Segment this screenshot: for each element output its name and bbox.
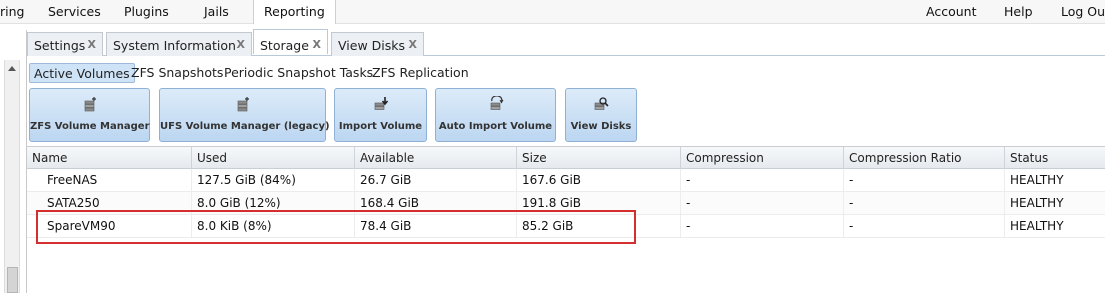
- column-header-available[interactable]: Available: [355, 147, 517, 169]
- button-label: Import Volume: [338, 121, 423, 132]
- ufs-volume-manager-button[interactable]: UFS Volume Manager (legacy): [159, 88, 330, 142]
- cell-available: 168.4 GiB: [355, 192, 517, 214]
- cell-size: 85.2 GiB: [517, 215, 681, 237]
- button-label: Auto Import Volume: [438, 121, 553, 132]
- nav-item-monitoring[interactable]: ring: [0, 4, 24, 19]
- cell-name: FreeNAS: [27, 169, 192, 191]
- tab-system-information[interactable]: System Information X: [106, 32, 252, 56]
- tab-label: System Information: [113, 38, 236, 53]
- volume-import-icon: [374, 97, 388, 110]
- tab-view-disks[interactable]: View Disks X: [331, 32, 424, 56]
- cell-available: 26.7 GiB: [355, 169, 517, 191]
- scroll-up-arrow-icon[interactable]: [8, 66, 16, 71]
- column-header-used[interactable]: Used: [192, 147, 355, 169]
- nav-item-account[interactable]: Account: [926, 4, 976, 19]
- subtab-zfs-snapshots[interactable]: ZFS Snapshots: [127, 63, 227, 83]
- zfs-volume-manager-button[interactable]: ZFS Volume Manager: [29, 88, 150, 142]
- nav-item-logout[interactable]: Log Out: [1061, 4, 1105, 19]
- button-label: UFS Volume Manager (legacy): [160, 121, 330, 132]
- volumes-table: Name Used Available Size Compression Com…: [27, 146, 1105, 293]
- table-row[interactable]: FreeNAS 127.5 GiB (84%) 26.7 GiB 167.6 G…: [27, 169, 1105, 192]
- scrollbar-thumb[interactable]: [7, 267, 18, 293]
- button-label: ZFS Volume Manager: [30, 121, 150, 132]
- subtab-active-volumes[interactable]: Active Volumes: [29, 63, 135, 83]
- close-icon[interactable]: X: [409, 38, 417, 51]
- cell-used: 8.0 KiB (8%): [192, 215, 355, 237]
- cell-compression-ratio: -: [844, 192, 1005, 214]
- cell-compression: -: [681, 169, 844, 191]
- column-header-status[interactable]: Status: [1005, 147, 1105, 169]
- cell-compression: -: [681, 192, 844, 214]
- column-header-compression-ratio[interactable]: Compression Ratio: [844, 147, 1005, 169]
- volume-add-icon: [237, 97, 249, 112]
- nav-item-help[interactable]: Help: [1004, 4, 1033, 19]
- nav-item-plugins[interactable]: Plugins: [124, 4, 169, 19]
- cell-used: 127.5 GiB (84%): [192, 169, 355, 191]
- import-volume-button[interactable]: Import Volume: [334, 88, 427, 142]
- cell-status: HEALTHY: [1010, 196, 1064, 210]
- close-icon[interactable]: X: [237, 38, 245, 51]
- table-header: Name Used Available Size Compression Com…: [27, 146, 1105, 169]
- cell-used: 8.0 GiB (12%): [192, 192, 355, 214]
- table-row[interactable]: SATA250 8.0 GiB (12%) 168.4 GiB 191.8 Gi…: [27, 192, 1105, 215]
- subtab-zfs-replication[interactable]: ZFS Replication: [368, 63, 473, 83]
- cell-name: SATA250: [27, 192, 192, 214]
- cell-status: HEALTHY: [1010, 173, 1064, 187]
- table-row[interactable]: SpareVM90 8.0 KiB (8%) 78.4 GiB 85.2 GiB…: [27, 215, 1105, 238]
- nav-item-jails[interactable]: Jails: [204, 4, 229, 19]
- nav-item-services[interactable]: Services: [48, 4, 101, 19]
- tab-settings[interactable]: Settings X: [27, 32, 103, 56]
- cell-compression-ratio: -: [844, 169, 1005, 191]
- volume-search-icon: [594, 97, 609, 110]
- tab-storage[interactable]: Storage X: [253, 29, 328, 54]
- top-navigation-bar: ring Services Plugins Jails Reporting Ac…: [0, 0, 1105, 24]
- volume-add-icon: [84, 97, 96, 112]
- subtab-periodic-snapshot-tasks[interactable]: Periodic Snapshot Tasks: [220, 63, 377, 83]
- column-header-size[interactable]: Size: [517, 147, 681, 169]
- cell-compression: -: [681, 215, 844, 237]
- left-panel-scrollbar[interactable]: [4, 60, 20, 293]
- tab-label: View Disks: [338, 38, 405, 53]
- cell-name: SpareVM90: [27, 215, 192, 237]
- tab-label: Settings: [34, 38, 86, 53]
- cell-available: 78.4 GiB: [355, 215, 517, 237]
- view-disks-button[interactable]: View Disks: [565, 88, 637, 142]
- column-header-name[interactable]: Name: [27, 147, 192, 169]
- auto-import-volume-button[interactable]: Auto Import Volume: [435, 88, 556, 142]
- column-header-compression[interactable]: Compression: [681, 147, 844, 169]
- volume-auto-import-icon: [490, 96, 503, 110]
- cell-status: HEALTHY: [1010, 219, 1064, 233]
- tab-label: Storage: [260, 38, 309, 53]
- button-label: View Disks: [570, 121, 632, 132]
- close-icon[interactable]: X: [88, 38, 96, 51]
- cell-size: 191.8 GiB: [517, 192, 681, 214]
- cell-compression-ratio: -: [844, 215, 1005, 237]
- close-icon[interactable]: X: [313, 38, 321, 51]
- nav-item-reporting[interactable]: Reporting: [253, 0, 336, 24]
- cell-size: 167.6 GiB: [517, 169, 681, 191]
